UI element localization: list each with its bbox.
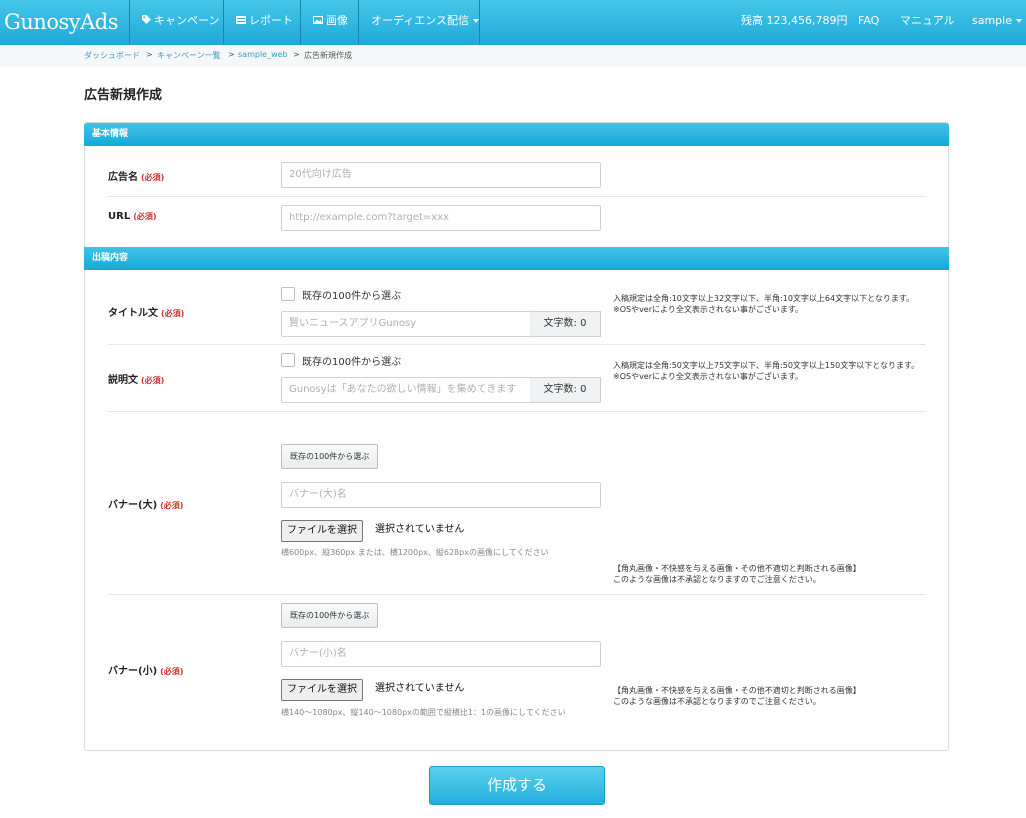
title-os-note: ※OSやverにより全文表示されない事がございます。	[613, 305, 804, 314]
breadcrumb-separator: >	[228, 50, 235, 59]
title-rule-note: 入稿規定は全角:10文字以上32文字以下、半角:10文字以上64文字以下となりま…	[613, 293, 929, 315]
title-label-text: タイトル文	[108, 308, 158, 319]
banner-small-file-status: 選択されていません	[375, 683, 465, 694]
banner-small-label: バナー(小) (必須)	[108, 662, 183, 677]
title-rule-text: 入稿規定は全角:10文字以上32文字以下、半角:10文字以上64文字以下となりま…	[613, 294, 915, 303]
banner-large-note-text: このような画像は不承認となりますのでご注意ください。	[613, 575, 821, 584]
banner-large-select-button[interactable]: 既存の100件から選ぶ	[281, 444, 379, 469]
banner-small-note-text: このような画像は不承認となりますのでご注意ください。	[613, 697, 821, 706]
banner-large-image-note: 【角丸画像・不快感を与える画像・その他不適切と判断される画像】 このような画像は…	[613, 563, 929, 585]
required-badge: (必須)	[133, 212, 157, 221]
banner-large-note-title: 【角丸画像・不快感を与える画像・その他不適切と判断される画像】	[613, 564, 861, 573]
required-badge: (必須)	[161, 309, 185, 318]
list-icon	[236, 0, 246, 42]
description-label: 説明文 (必須)	[108, 371, 164, 386]
nav-image[interactable]: 画像	[301, 0, 358, 45]
ad-name-input[interactable]: 20代向け広告	[281, 162, 601, 188]
url-input[interactable]: http://example.com?target=xxx	[281, 205, 601, 231]
title-label: タイトル文 (必須)	[108, 304, 184, 319]
title-input[interactable]: 賢いニュースアプリGunosy	[281, 311, 531, 337]
url-label-text: URL	[108, 211, 131, 222]
nav-faq[interactable]: FAQ	[846, 0, 891, 45]
description-os-note: ※OSやverにより全文表示されない事がございます。	[613, 372, 804, 381]
breadcrumb-separator: >	[146, 50, 153, 59]
banner-large-name-input[interactable]: バナー(大)名	[281, 482, 601, 508]
breadcrumb-campaign-list[interactable]: キャンペーン一覧	[157, 50, 221, 61]
banner-small-note-title: 【角丸画像・不快感を与える画像・その他不適切と判断される画像】	[613, 686, 861, 695]
nav-report-label: レポート	[249, 14, 293, 27]
section-header-content: 出稿内容	[84, 247, 949, 270]
logo[interactable]: GunosyAds	[4, 6, 119, 38]
user-menu[interactable]: sample	[960, 0, 1026, 45]
row-divider	[108, 411, 926, 412]
title-char-count: 文字数: 0	[530, 311, 601, 337]
nav-audience-label: オーディエンス配信	[371, 14, 470, 27]
description-rule-text: 入稿規定は全角:50文字以上75文字以下、半角:50文字以上150文字以下となり…	[613, 361, 920, 370]
ad-name-label-text: 広告名	[108, 172, 138, 183]
title-existing-label[interactable]: 既存の100件から選ぶ	[302, 287, 401, 302]
top-navbar: GunosyAds キャンペーン レポート 画像 オーディエンス配信 残高 12…	[0, 0, 1026, 45]
section-header-basic: 基本情報	[84, 123, 949, 146]
nav-report[interactable]: レポート	[224, 0, 300, 45]
required-badge: (必須)	[160, 667, 184, 676]
banner-large-label-text: バナー(大)	[108, 500, 158, 511]
description-input[interactable]: Gunosyは「あなたの欲しい情報」を集めてきます	[281, 377, 531, 403]
user-name: sample	[972, 14, 1012, 27]
row-divider	[108, 196, 926, 197]
description-label-text: 説明文	[108, 375, 138, 386]
breadcrumb-dashboard[interactable]: ダッシュボード	[84, 50, 140, 61]
chevron-down-icon	[1016, 19, 1022, 23]
breadcrumb-separator: >	[293, 50, 300, 59]
row-divider	[108, 594, 926, 595]
banner-small-label-text: バナー(小)	[108, 666, 158, 677]
image-icon	[313, 0, 323, 42]
balance: 残高 123,456,789円	[741, 14, 848, 27]
banner-large-size-hint: 横600px、縦360px または、横1200px、縦628pxの画像にしてくだ…	[281, 548, 549, 557]
banner-small-size-hint: 横140〜1080px、縦140〜1080pxの範囲で縦横比1：1の画像にしてく…	[281, 708, 566, 717]
breadcrumb: ダッシュボード > キャンペーン一覧 > sample_web > 広告新規作成	[0, 45, 1026, 67]
breadcrumb-campaign[interactable]: sample_web	[238, 50, 288, 59]
ad-name-label: 広告名 (必須)	[108, 168, 164, 183]
banner-small-file-button[interactable]: ファイルを選択	[281, 679, 363, 701]
nav-campaign[interactable]: キャンペーン	[130, 0, 223, 45]
banner-large-label: バナー(大) (必須)	[108, 496, 183, 511]
nav-audience[interactable]: オーディエンス配信	[359, 0, 480, 45]
create-button[interactable]: 作成する	[429, 766, 605, 805]
title-existing-checkbox[interactable]	[281, 287, 295, 301]
description-char-count: 文字数: 0	[530, 377, 601, 403]
row-divider	[108, 344, 926, 345]
description-existing-checkbox[interactable]	[281, 353, 295, 367]
tag-icon	[142, 0, 151, 42]
banner-small-name-input[interactable]: バナー(小)名	[281, 641, 601, 667]
banner-large-file-button[interactable]: ファイルを選択	[281, 520, 363, 542]
page-title: 広告新規作成	[84, 88, 163, 103]
banner-small-select-button[interactable]: 既存の100件から選ぶ	[281, 603, 379, 628]
nav-divider	[479, 0, 480, 45]
required-badge: (必須)	[160, 501, 184, 510]
nav-image-label: 画像	[326, 14, 348, 27]
description-existing-label[interactable]: 既存の100件から選ぶ	[302, 353, 401, 368]
url-label: URL (必須)	[108, 211, 157, 222]
description-rule-note: 入稿規定は全角:50文字以上75文字以下、半角:50文字以上150文字以下となり…	[613, 360, 929, 382]
nav-campaign-label: キャンペーン	[154, 14, 220, 27]
banner-small-image-note: 【角丸画像・不快感を与える画像・その他不適切と判断される画像】 このような画像は…	[613, 685, 929, 707]
required-badge: (必須)	[141, 173, 165, 182]
required-badge: (必須)	[141, 376, 165, 385]
breadcrumb-current: 広告新規作成	[304, 51, 352, 60]
banner-large-file-status: 選択されていません	[375, 524, 465, 535]
nav-manual[interactable]: マニュアル	[888, 0, 967, 45]
